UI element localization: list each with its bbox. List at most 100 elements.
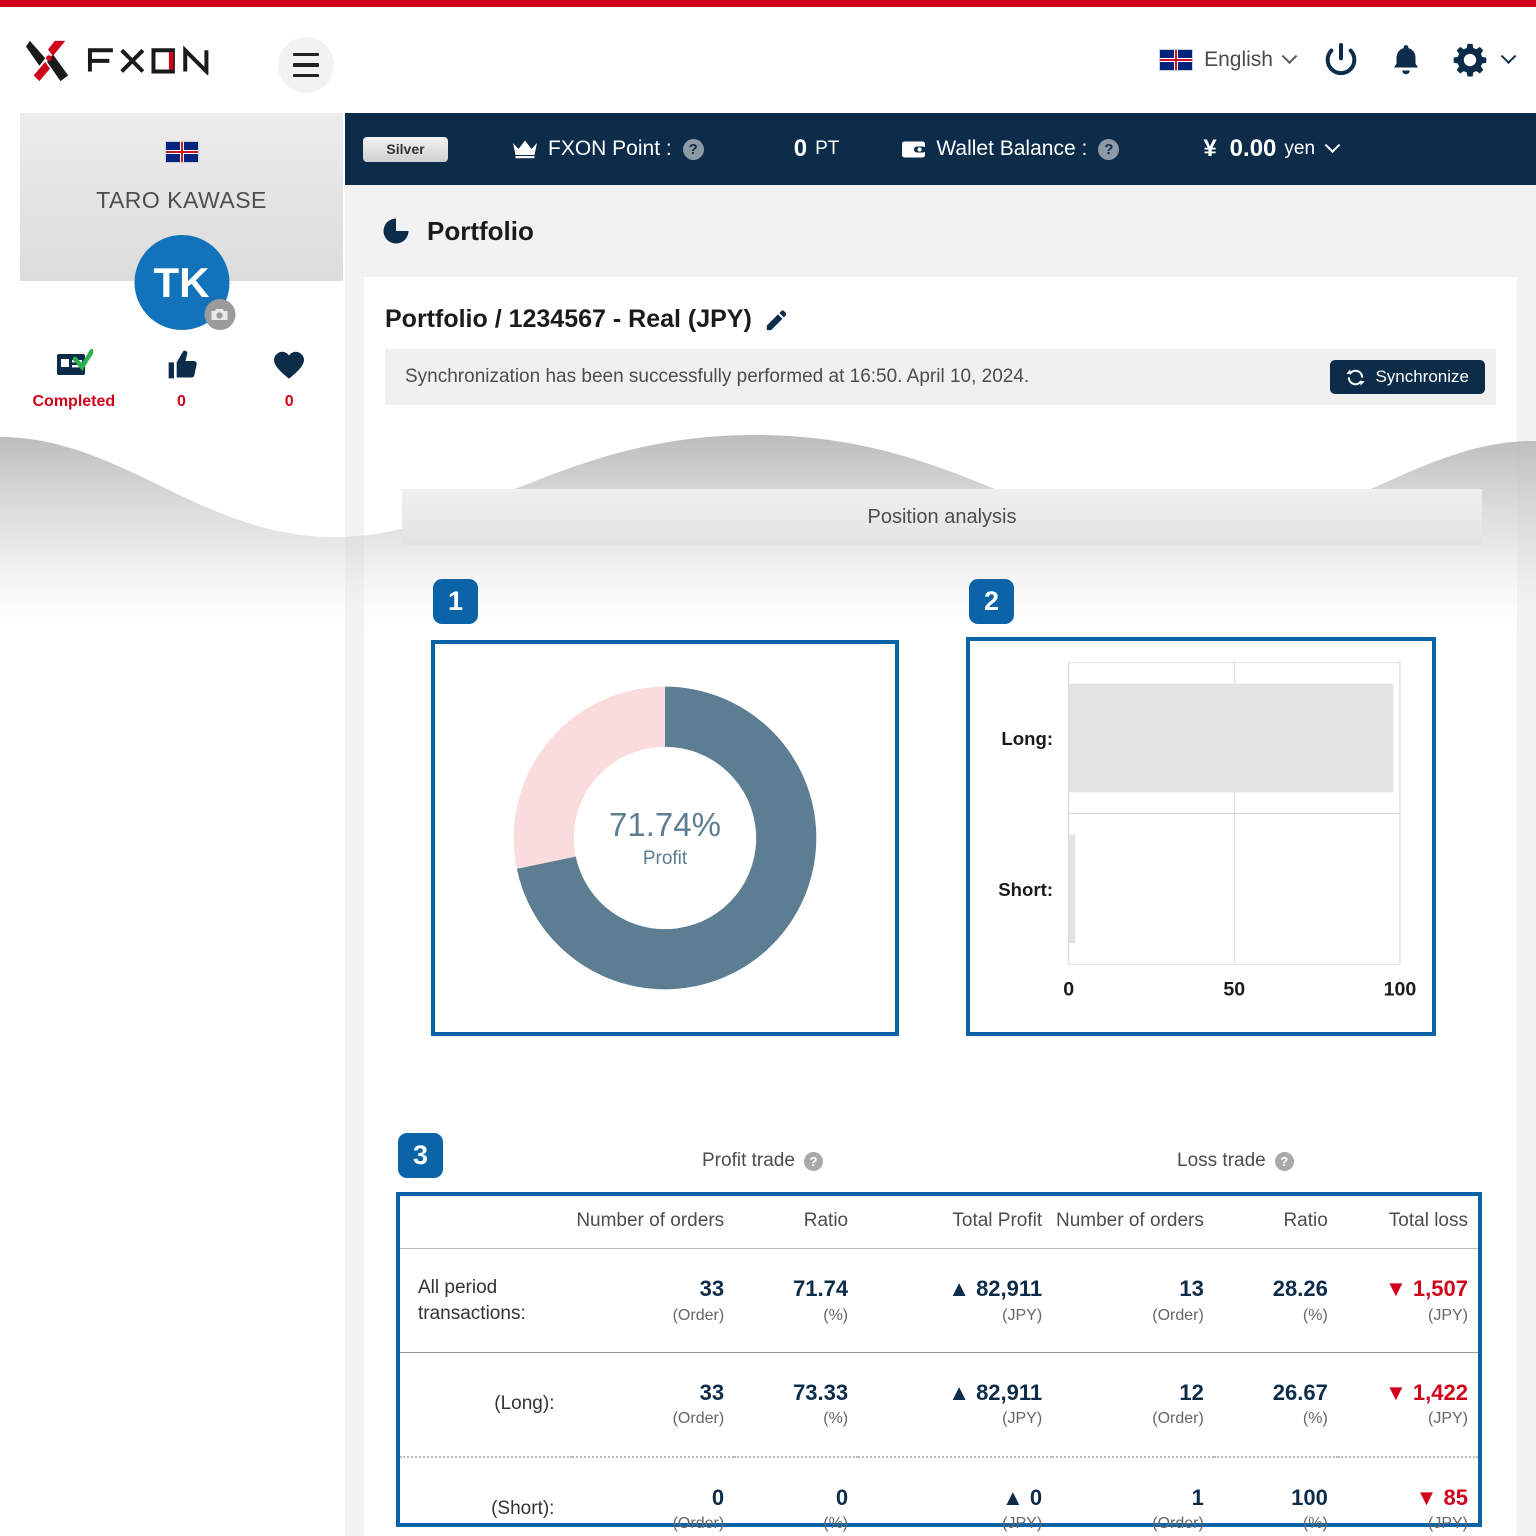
col-loss-orders: Number of orders xyxy=(1052,1196,1214,1249)
stat-favorites[interactable]: 0 xyxy=(235,345,343,411)
notifications-button[interactable] xyxy=(1387,41,1425,79)
stat-verification-label: Completed xyxy=(32,393,116,410)
language-selector[interactable]: English xyxy=(1159,47,1298,72)
panel-badge-2: 2 xyxy=(969,579,1014,624)
cell-unit: (%) xyxy=(823,1410,849,1428)
app-header: English xyxy=(0,7,1536,113)
stat-verification[interactable]: Completed xyxy=(20,345,128,411)
help-icon[interactable]: ? xyxy=(682,138,704,160)
col-total-profit: Total Profit xyxy=(858,1196,1053,1249)
row-label: All period transactions: xyxy=(400,1248,573,1353)
menu-line xyxy=(293,73,319,78)
position-analysis-label: Position analysis xyxy=(867,505,1017,528)
cell-unit: (%) xyxy=(1302,1306,1328,1324)
long-short-bar-chart: Long: Short: 0 50 100 xyxy=(998,662,1416,1001)
cell-unit: (Order) xyxy=(672,1515,725,1533)
uk-flag-icon xyxy=(164,141,199,163)
page-title: Portfolio xyxy=(427,215,534,246)
synchronize-button[interactable]: Synchronize xyxy=(1330,360,1485,394)
camera-icon xyxy=(211,309,228,320)
cell-value: 26.67 xyxy=(1272,1380,1328,1406)
wallet-balance-value: 0.00 xyxy=(1229,135,1277,162)
cell-value: 100 xyxy=(1291,1484,1328,1510)
tier-badge[interactable]: Silver xyxy=(363,136,448,162)
col-total-loss: Total loss xyxy=(1337,1196,1478,1249)
chevron-down-icon xyxy=(1324,136,1341,153)
trade-summary-table: Number of orders Ratio Total Profit Numb… xyxy=(396,1192,1482,1532)
col-rowlabel xyxy=(400,1196,573,1249)
help-icon[interactable]: ? xyxy=(1274,1151,1294,1171)
help-icon[interactable]: ? xyxy=(803,1151,823,1171)
fxon-logo[interactable] xyxy=(26,37,232,83)
account-title-row: Portfolio / 1234567 - Real (JPY) xyxy=(385,305,786,334)
cell-loss_orders: 13 (Order) xyxy=(1052,1248,1214,1353)
profit-trade-group-header: Profit trade ? xyxy=(702,1150,823,1172)
cell-unit: (JPY) xyxy=(1002,1306,1043,1324)
row-label: (Long): xyxy=(400,1352,573,1458)
fxon-point-group: FXON Point : ? xyxy=(512,137,704,161)
uk-flag-icon xyxy=(1159,49,1194,71)
cell-unit: (%) xyxy=(823,1515,849,1533)
edit-pencil-icon[interactable] xyxy=(764,309,786,331)
sidebar-stats: Completed 0 0 xyxy=(20,345,343,411)
position-analysis-tab[interactable]: Position analysis xyxy=(402,489,1482,545)
profit-ratio-donut-card: 71.74% Profit xyxy=(431,640,899,1036)
cell-total_loss: ▼ 1,422 (JPY) xyxy=(1337,1352,1478,1458)
cell-unit: (JPY) xyxy=(1002,1515,1043,1533)
cell-profit_orders: 33 (Order) xyxy=(572,1248,735,1353)
camera-upload-button[interactable] xyxy=(204,299,235,330)
chevron-down-icon xyxy=(1281,47,1298,64)
cell-value: ▼ 1,507 xyxy=(1385,1276,1468,1302)
refresh-icon xyxy=(1346,368,1366,386)
row-label: (Short): xyxy=(491,1498,555,1520)
cell-total_profit: ▲ 0 (JPY) xyxy=(858,1457,1052,1536)
power-button[interactable] xyxy=(1321,40,1361,80)
fxon-point-label: FXON Point : xyxy=(548,137,672,160)
col-profit-orders: Number of orders xyxy=(572,1196,735,1249)
cell-value: 12 xyxy=(1179,1380,1204,1406)
cell-value: ▲ 82,911 xyxy=(948,1276,1043,1302)
page-header: Portfolio xyxy=(345,185,1536,277)
cell-unit: (JPY) xyxy=(1428,1410,1468,1428)
table-header-row: Number of orders Ratio Total Profit Numb… xyxy=(400,1196,1478,1249)
col-loss-ratio: Ratio xyxy=(1213,1196,1338,1249)
cell-value: 1 xyxy=(1191,1484,1204,1510)
avatar[interactable]: TK xyxy=(134,235,235,330)
fxon-point-unit: PT xyxy=(815,138,840,159)
cell-profit_orders: 33 (Order) xyxy=(572,1352,735,1458)
hamburger-menu-button[interactable] xyxy=(278,37,334,93)
cell-total_loss: ▼ 85 (JPY) xyxy=(1338,1457,1478,1536)
id-card-verified-icon xyxy=(20,345,128,385)
user-sidebar: TARO KAWASE TK Completed 0 0 xyxy=(20,113,343,1536)
table-row: (Short): 0 (Order) 0 (%) ▲ 0 (JPY) 1 (Order) 100 (… xyxy=(400,1457,1478,1536)
wallet-balance-value-group[interactable]: ¥ 0.00 yen xyxy=(1203,135,1341,163)
cell-value: 0 xyxy=(711,1484,725,1510)
cell-unit: (JPY) xyxy=(1428,1515,1468,1533)
logo-wordmark xyxy=(87,45,209,75)
cell-profit_ratio: 73.33 (%) xyxy=(734,1352,859,1458)
account-status-bar: Silver FXON Point : ? 0 PT Wallet Balanc… xyxy=(345,113,1536,185)
donut-center-text: 71.74% Profit xyxy=(435,644,895,1032)
donut-center-value: 71.74% xyxy=(609,806,721,843)
settings-button[interactable] xyxy=(1451,41,1517,79)
cell-value: 28.26 xyxy=(1272,1276,1328,1302)
long-short-bar-card: Long: Short: 0 50 100 xyxy=(966,637,1436,1036)
cell-unit: (Order) xyxy=(1152,1515,1204,1533)
fxon-point-value: 0 xyxy=(793,135,808,162)
synchronize-label: Synchronize xyxy=(1375,367,1469,386)
cell-value: 71.74 xyxy=(793,1276,849,1302)
stat-likes[interactable]: 0 xyxy=(128,345,236,411)
fxon-point-value-group: 0 PT xyxy=(794,135,840,163)
cell-unit: (Order) xyxy=(672,1306,725,1324)
sidebar-user-name: TARO KAWASE xyxy=(96,187,267,213)
cell-value: 0 xyxy=(835,1484,849,1510)
help-icon[interactable]: ? xyxy=(1098,138,1120,160)
notification-bell-icon xyxy=(1393,45,1419,75)
cell-value: 33 xyxy=(699,1380,725,1406)
cell-value: ▼ 85 xyxy=(1415,1484,1468,1510)
cell-loss_orders: 12 (Order) xyxy=(1052,1352,1214,1458)
currency-symbol: ¥ xyxy=(1203,135,1217,162)
cell-profit_ratio: 71.74 (%) xyxy=(734,1248,859,1353)
wallet-balance-group: Wallet Balance : ? xyxy=(901,137,1120,161)
stat-likes-label: 0 xyxy=(177,393,186,410)
